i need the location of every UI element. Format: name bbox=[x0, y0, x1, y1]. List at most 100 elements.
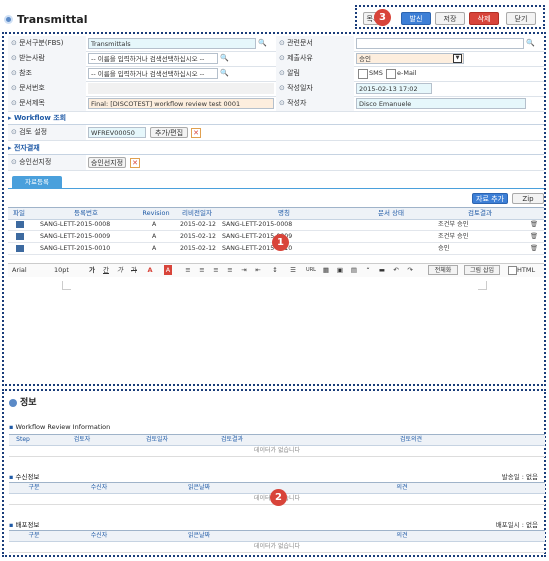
fullscreen-button[interactable]: 전체화 bbox=[428, 265, 458, 275]
receive-info-title: 수신정보 bbox=[9, 471, 39, 481]
review-setting-label: 검토 설정 bbox=[8, 125, 86, 140]
table-row[interactable]: SANG-LETT-2015-0008 A 2015-02-12 SANG-LE… bbox=[8, 219, 544, 231]
submit-reason-value: 승인 bbox=[359, 55, 371, 63]
doc-title-field[interactable]: Final: [DISCOTEST] workflow review test … bbox=[88, 98, 274, 109]
media-icon[interactable]: ▤ bbox=[350, 265, 358, 275]
editor-corner bbox=[62, 281, 71, 290]
font-color-icon[interactable]: A bbox=[146, 265, 154, 275]
chevron-down-icon: ▼ bbox=[453, 54, 462, 63]
file-icon[interactable] bbox=[16, 245, 24, 252]
add-edit-button[interactable]: 추가/편집 bbox=[150, 127, 188, 138]
strike-icon[interactable]: 가 bbox=[130, 265, 138, 275]
col-header: 명칭 bbox=[278, 209, 290, 217]
file-icon[interactable] bbox=[16, 233, 24, 240]
info-area: 정보 Workflow Review Information Step 검토자 … bbox=[2, 389, 546, 557]
align-left-icon[interactable]: ≡ bbox=[184, 265, 192, 275]
bold-icon[interactable]: 가 bbox=[88, 265, 96, 275]
col-header: Revision bbox=[142, 209, 170, 217]
info-icon bbox=[9, 398, 17, 407]
marker-3: 3 bbox=[374, 9, 391, 26]
close-button[interactable]: 닫기 bbox=[506, 12, 536, 25]
justify-icon[interactable]: ≡ bbox=[226, 265, 234, 275]
cc-field[interactable]: -- 이름을 입력하거나 검색선택하십시오 -- bbox=[88, 68, 218, 79]
revision: A bbox=[152, 245, 157, 252]
italic-icon[interactable]: 가 bbox=[116, 265, 124, 275]
approval-section-title: 전자결재 bbox=[8, 142, 544, 155]
insert-image-button[interactable]: 그림 삽입 bbox=[464, 265, 500, 275]
add-file-button[interactable]: 자료 추가 bbox=[472, 193, 508, 204]
related-doc-field[interactable] bbox=[356, 38, 524, 49]
review-table-header: Step 검토자 검토일자 검토결과 검토의견 bbox=[9, 434, 545, 446]
submit-reason-label: 제출사유 bbox=[276, 51, 354, 66]
review-setting-field[interactable]: WFREV00050 bbox=[88, 127, 146, 138]
send-date: 발송일 : 없음 bbox=[501, 473, 538, 481]
revision: A bbox=[152, 233, 157, 240]
line-height-icon[interactable]: ↕ bbox=[270, 265, 280, 275]
distribute-date: 배포일시 : 없음 bbox=[495, 521, 538, 529]
col-header: 수신자 bbox=[90, 532, 108, 539]
close-icon[interactable]: ✕ bbox=[191, 128, 201, 138]
editor-corner bbox=[478, 281, 487, 290]
author-field[interactable]: Disco Emanuele bbox=[356, 98, 526, 109]
html-checkbox[interactable] bbox=[508, 266, 517, 275]
form-row: 참조 -- 이름을 입력하거나 검색선택하십시오 -- 🔍 알림 SMS e-M… bbox=[8, 66, 544, 82]
col-header: 검토결과 bbox=[220, 436, 244, 443]
marker-1: 1 bbox=[272, 234, 289, 251]
trash-icon[interactable]: 🗑 bbox=[530, 243, 538, 254]
link-icon[interactable]: URL bbox=[304, 265, 318, 275]
indent-icon[interactable]: ⇥ bbox=[240, 265, 248, 275]
file-icon[interactable] bbox=[16, 221, 24, 228]
submit-reason-select[interactable]: 승인 ▼ bbox=[356, 53, 464, 64]
email-checkbox[interactable] bbox=[386, 69, 396, 79]
sms-checkbox[interactable] bbox=[358, 69, 368, 79]
reg-no: SANG-LETT-2015-0009 bbox=[40, 233, 111, 240]
tab-attachments[interactable]: 자료등록 bbox=[12, 176, 62, 188]
empty-message: 데이터가 없습니다 bbox=[9, 446, 545, 457]
title-icon bbox=[4, 14, 13, 24]
trash-icon[interactable]: 🗑 bbox=[530, 231, 538, 242]
close-icon[interactable]: ✕ bbox=[130, 158, 140, 168]
highlight-icon[interactable]: A bbox=[164, 265, 172, 275]
editor-toolbar: Arial 10pt 가 간 가 가 A A ≡ ≡ ≡ ≡ ⇥ ⇤ ↕ ☰ U… bbox=[8, 263, 544, 278]
form-row: 문서구분(FBS) Transmittals 🔍 관련문서 🔍 bbox=[8, 36, 544, 52]
align-center-icon[interactable]: ≡ bbox=[198, 265, 206, 275]
undo-icon[interactable]: ↶ bbox=[392, 265, 400, 275]
align-right-icon[interactable]: ≡ bbox=[212, 265, 220, 275]
zip-button[interactable]: Zip bbox=[512, 193, 544, 204]
image-icon[interactable]: ▣ bbox=[336, 265, 344, 275]
recipient-field[interactable]: -- 이름을 입력하거나 검색선택하십시오 -- bbox=[88, 53, 218, 64]
send-button[interactable]: 발신 bbox=[401, 12, 431, 25]
redo-icon[interactable]: ↷ bbox=[406, 265, 414, 275]
search-icon[interactable]: 🔍 bbox=[258, 39, 267, 48]
editor-body[interactable] bbox=[8, 277, 544, 381]
col-header: 의견 bbox=[396, 484, 408, 491]
sms-label: SMS bbox=[369, 69, 383, 77]
col-header: 의견 bbox=[396, 532, 408, 539]
save-button[interactable]: 저장 bbox=[435, 12, 465, 25]
font-size-select[interactable]: 10pt bbox=[54, 265, 80, 275]
rev-date: 2015-02-12 bbox=[180, 245, 216, 252]
col-header: 문서 상태 bbox=[378, 209, 404, 217]
doc-type-field[interactable]: Transmittals bbox=[88, 38, 256, 49]
list-icon[interactable]: ☰ bbox=[288, 265, 298, 275]
special-char-icon[interactable]: ▬ bbox=[378, 265, 386, 275]
font-select[interactable]: Arial bbox=[12, 265, 48, 275]
table-icon[interactable]: ▦ bbox=[322, 265, 330, 275]
distribute-table-header: 구분 수신자 읽은날짜 의견 bbox=[9, 530, 545, 542]
col-header: 등록번호 bbox=[74, 209, 98, 217]
form-row: 받는사람 -- 이름을 입력하거나 검색선택하십시오 -- 🔍 제출사유 승인 … bbox=[8, 51, 544, 67]
col-header: 검토일자 bbox=[145, 436, 169, 443]
trash-icon[interactable]: 🗑 bbox=[530, 219, 538, 230]
search-icon[interactable]: 🔍 bbox=[526, 39, 535, 48]
approver-button[interactable]: 승인선지정 bbox=[88, 157, 126, 168]
underline-icon[interactable]: 간 bbox=[102, 265, 110, 275]
search-icon[interactable]: 🔍 bbox=[220, 54, 229, 63]
action-toolbar: 목록 발신 저장 삭제 닫기 3 bbox=[355, 5, 545, 29]
quote-icon[interactable]: “ bbox=[364, 265, 372, 275]
created-date-field[interactable]: 2015-02-13 17:02 bbox=[356, 83, 432, 94]
search-icon[interactable]: 🔍 bbox=[220, 69, 229, 78]
page-title: Transmittal bbox=[17, 12, 88, 26]
outdent-icon[interactable]: ⇤ bbox=[254, 265, 262, 275]
delete-button[interactable]: 삭제 bbox=[469, 12, 499, 25]
reg-no: SANG-LETT-2015-0008 bbox=[40, 221, 111, 228]
